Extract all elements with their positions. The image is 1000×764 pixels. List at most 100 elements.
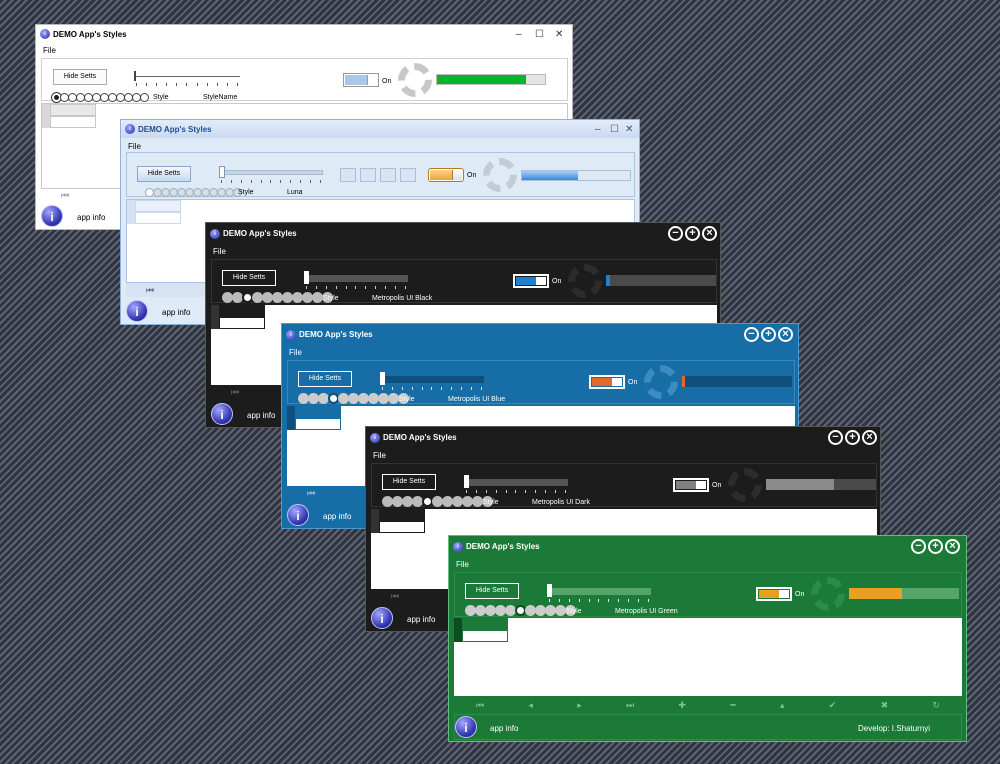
- slider-thumb[interactable]: [547, 584, 552, 597]
- data-grid[interactable]: [454, 618, 962, 696]
- app-info-icon[interactable]: i: [287, 504, 309, 526]
- titlebar[interactable]: i DEMO App's Styles – ☐ ✕: [121, 120, 639, 138]
- edit-record-icon[interactable]: ▴: [780, 700, 785, 711]
- hide-setts-button[interactable]: Hide Setts: [222, 270, 276, 286]
- cancel-record-icon[interactable]: ✖: [881, 700, 889, 711]
- app-info-label: app info: [490, 724, 519, 733]
- maximize-button[interactable]: ☐: [610, 124, 619, 135]
- minimize-button[interactable]: −: [828, 430, 843, 445]
- style-name-label: Metropolis UI Black: [372, 295, 433, 302]
- on-toggle[interactable]: [428, 168, 464, 182]
- slider-thumb[interactable]: [219, 166, 225, 178]
- maximize-button[interactable]: ☐: [535, 29, 544, 40]
- hide-setts-button[interactable]: Hide Setts: [137, 166, 191, 182]
- maximize-button[interactable]: +: [845, 430, 860, 445]
- first-record-icon[interactable]: ⏮: [146, 285, 154, 296]
- hide-setts-button[interactable]: Hide Setts: [465, 583, 519, 599]
- close-button[interactable]: ×: [945, 539, 960, 554]
- maximize-button[interactable]: +: [685, 226, 700, 241]
- close-button[interactable]: ✕: [555, 29, 563, 40]
- first-record-icon[interactable]: ⏮: [61, 190, 69, 201]
- titlebar[interactable]: i DEMO App's Styles − + ×: [449, 536, 966, 558]
- option-box-1[interactable]: [340, 168, 356, 182]
- on-toggle[interactable]: [673, 478, 709, 492]
- style-label: Style: [153, 94, 169, 101]
- first-record-icon[interactable]: ⏮: [307, 488, 315, 499]
- add-record-icon[interactable]: ✚: [678, 700, 686, 711]
- window-title: DEMO App's Styles: [383, 433, 457, 442]
- titlebar[interactable]: i DEMO App's Styles − + ×: [282, 324, 798, 346]
- menu-file[interactable]: File: [289, 348, 302, 357]
- app-icon: i: [370, 433, 380, 443]
- hide-setts-button[interactable]: Hide Setts: [382, 474, 436, 490]
- menu-file[interactable]: File: [43, 46, 56, 55]
- style-radio-group[interactable]: [382, 496, 493, 507]
- style-radio-group[interactable]: [298, 393, 409, 404]
- slider-thumb[interactable]: [304, 271, 309, 284]
- window-title: DEMO App's Styles: [466, 542, 540, 551]
- style-radio-group[interactable]: [222, 292, 333, 303]
- app-info-icon[interactable]: i: [371, 607, 393, 629]
- style-slider[interactable]: [219, 166, 323, 187]
- titlebar[interactable]: i DEMO App's Styles – ☐ ✕: [36, 25, 572, 43]
- hide-setts-button[interactable]: Hide Setts: [298, 371, 352, 387]
- slider-thumb[interactable]: [380, 372, 385, 385]
- titlebar[interactable]: i DEMO App's Styles − + ×: [206, 223, 720, 245]
- delete-record-icon[interactable]: ━: [730, 700, 735, 711]
- close-button[interactable]: ×: [778, 327, 793, 342]
- style-slider[interactable]: [134, 71, 240, 91]
- slider-thumb[interactable]: [134, 71, 136, 81]
- app-info-icon[interactable]: i: [41, 205, 63, 227]
- style-slider[interactable]: [380, 372, 484, 392]
- last-record-icon[interactable]: ⏭: [626, 700, 634, 711]
- menu-file[interactable]: File: [213, 247, 226, 256]
- loading-spinner: [483, 158, 517, 192]
- first-record-icon[interactable]: ⏮: [391, 591, 399, 602]
- on-label: On: [628, 379, 638, 386]
- minimize-button[interactable]: –: [516, 29, 522, 40]
- option-box-2[interactable]: [360, 168, 376, 182]
- minimize-button[interactable]: –: [595, 124, 601, 135]
- titlebar[interactable]: i DEMO App's Styles − + ×: [366, 427, 880, 449]
- option-box-3[interactable]: [380, 168, 396, 182]
- on-label: On: [795, 591, 805, 598]
- first-record-icon[interactable]: ⏮: [476, 700, 484, 711]
- menu-file[interactable]: File: [456, 560, 469, 569]
- slider-thumb[interactable]: [464, 475, 469, 488]
- style-radio-group[interactable]: [52, 93, 149, 103]
- close-button[interactable]: ✕: [625, 124, 633, 135]
- minimize-button[interactable]: −: [911, 539, 926, 554]
- post-record-icon[interactable]: ✔: [829, 700, 837, 711]
- minimize-button[interactable]: −: [744, 327, 759, 342]
- style-slider[interactable]: [464, 475, 568, 495]
- slider-track: [134, 76, 240, 77]
- maximize-button[interactable]: +: [928, 539, 943, 554]
- slider-track: [304, 275, 408, 282]
- style-name-label: Metropolis UI Dark: [532, 499, 590, 506]
- minimize-button[interactable]: −: [668, 226, 683, 241]
- prev-record-icon[interactable]: ◂: [528, 700, 533, 711]
- app-info-icon[interactable]: i: [126, 300, 148, 322]
- app-info-icon[interactable]: i: [455, 716, 477, 738]
- option-box-4[interactable]: [400, 168, 416, 182]
- menu-file[interactable]: File: [373, 451, 386, 460]
- on-toggle[interactable]: [513, 274, 549, 288]
- hide-setts-button[interactable]: Hide Setts: [53, 69, 107, 85]
- first-record-icon[interactable]: ⏮: [231, 387, 239, 398]
- menu-file[interactable]: File: [128, 142, 141, 151]
- style-slider[interactable]: [547, 584, 651, 604]
- app-info-icon[interactable]: i: [211, 403, 233, 425]
- maximize-button[interactable]: +: [761, 327, 776, 342]
- slider-ticks: [549, 599, 649, 603]
- close-button[interactable]: ×: [862, 430, 877, 445]
- style-radio-group[interactable]: [465, 605, 576, 616]
- progress-fill: [682, 376, 685, 387]
- on-toggle[interactable]: [343, 73, 379, 87]
- on-toggle[interactable]: [756, 587, 792, 601]
- next-record-icon[interactable]: ▸: [577, 700, 582, 711]
- style-radio-group[interactable]: [145, 188, 242, 198]
- style-slider[interactable]: [304, 271, 408, 291]
- refresh-record-icon[interactable]: ↻: [932, 700, 940, 711]
- close-button[interactable]: ×: [702, 226, 717, 241]
- on-toggle[interactable]: [589, 375, 625, 389]
